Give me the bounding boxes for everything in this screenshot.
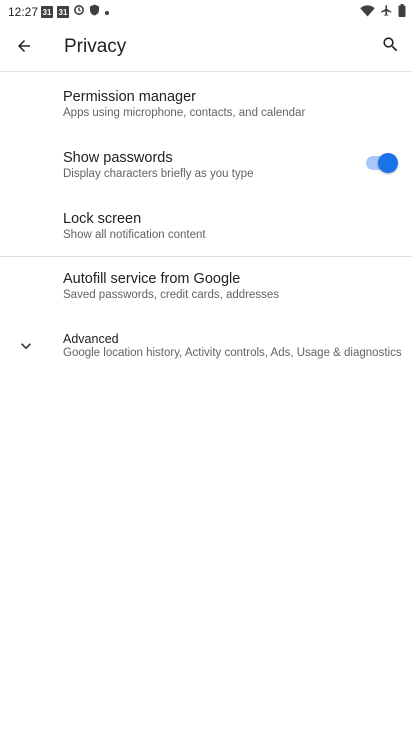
permission-manager-item[interactable]: Permission manager Apps using microphone… (0, 76, 412, 136)
back-button[interactable] (10, 34, 38, 62)
item-summary: Show all notification content (63, 229, 206, 241)
toggle-thumb (378, 153, 398, 173)
status-time: 12:27 (8, 5, 39, 19)
calendar-icon: 31 (41, 5, 53, 18)
advanced-item[interactable]: Advanced Google location history, Activi… (0, 320, 412, 374)
airplane-icon (380, 4, 393, 20)
wifi-icon (360, 4, 375, 20)
search-button[interactable] (376, 33, 404, 61)
dot-icon (104, 5, 110, 19)
chevron-down-icon (14, 334, 38, 358)
sync-icon (73, 4, 85, 19)
show-passwords-toggle[interactable] (366, 153, 398, 173)
item-summary: Apps using microphone, contacts, and cal… (63, 107, 306, 119)
item-title: Permission manager (63, 89, 196, 105)
item-title: Lock screen (63, 211, 142, 227)
status-right-icons (360, 4, 406, 20)
status-left-icons: 31 31 (41, 4, 110, 19)
status-bar: 12:27 31 31 (0, 0, 412, 24)
item-summary: Saved passwords, credit cards, addresses (63, 289, 280, 301)
search-icon (381, 35, 400, 59)
divider (0, 256, 412, 257)
arrow-back-icon (15, 37, 33, 60)
autofill-service-item[interactable]: Autofill service from Google Saved passw… (0, 258, 412, 318)
item-title: Advanced (63, 332, 119, 346)
app-bar: Privacy (0, 24, 412, 72)
item-summary: Display characters briefly as you type (63, 168, 254, 180)
page-title: Privacy (64, 36, 127, 57)
battery-icon (398, 4, 406, 20)
item-summary: Google location history, Activity contro… (63, 347, 402, 359)
lock-screen-item[interactable]: Lock screen Show all notification conten… (0, 198, 412, 256)
shield-icon (89, 4, 100, 19)
calendar-icon: 31 (57, 5, 69, 18)
item-title: Autofill service from Google (63, 271, 241, 287)
item-title: Show passwords (63, 150, 173, 166)
screen: 12:27 31 31 Privacy Permission manager A… (0, 0, 412, 732)
show-passwords-item[interactable]: Show passwords Display characters briefl… (0, 137, 412, 197)
